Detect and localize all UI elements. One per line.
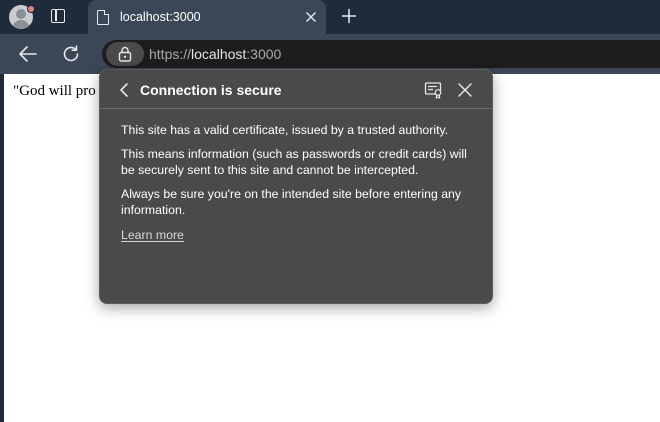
reload-icon[interactable]	[60, 43, 82, 65]
tab-strip: localhost:3000	[0, 0, 660, 34]
tab-title: localhost:3000	[120, 10, 201, 24]
address-bar[interactable]: https://localhost:3000	[102, 40, 660, 68]
popup-title: Connection is secure	[140, 82, 282, 98]
new-tab-icon[interactable]	[338, 5, 360, 27]
toolbar: https://localhost:3000	[0, 34, 660, 74]
page-icon	[97, 10, 109, 25]
certificate-icon[interactable]	[424, 81, 444, 99]
intended-site-warning-text: Always be sure you're on the intended si…	[121, 187, 462, 217]
close-icon[interactable]	[303, 9, 319, 25]
site-info-button[interactable]	[106, 42, 144, 66]
certificate-valid-text: This site has a valid certificate, issue…	[121, 123, 449, 137]
chevron-left-icon[interactable]	[117, 82, 131, 98]
tab-actions-icon[interactable]	[51, 9, 65, 23]
profile-notification-dot	[27, 5, 35, 13]
learn-more-link[interactable]: Learn more	[121, 228, 184, 242]
tab-localhost[interactable]: localhost:3000	[88, 0, 326, 34]
secure-transfer-text: This means information (such as password…	[121, 147, 467, 177]
avatar-head	[16, 9, 26, 19]
popup-divider	[100, 108, 492, 109]
lock-icon	[118, 46, 132, 62]
page-body-text: "God will pro	[13, 83, 96, 99]
close-icon[interactable]	[456, 81, 474, 99]
url-scheme: https://	[149, 46, 192, 62]
site-info-popup: Connection is secure This site has a val…	[99, 69, 493, 304]
back-arrow-icon[interactable]	[17, 44, 39, 64]
avatar-body	[12, 20, 30, 29]
url-text: https://localhost:3000	[149, 46, 281, 62]
url-host: localhost	[191, 46, 247, 62]
url-port: :3000	[246, 46, 282, 62]
browser-window: localhost:3000 https://localhost:3000 "G…	[0, 0, 660, 422]
